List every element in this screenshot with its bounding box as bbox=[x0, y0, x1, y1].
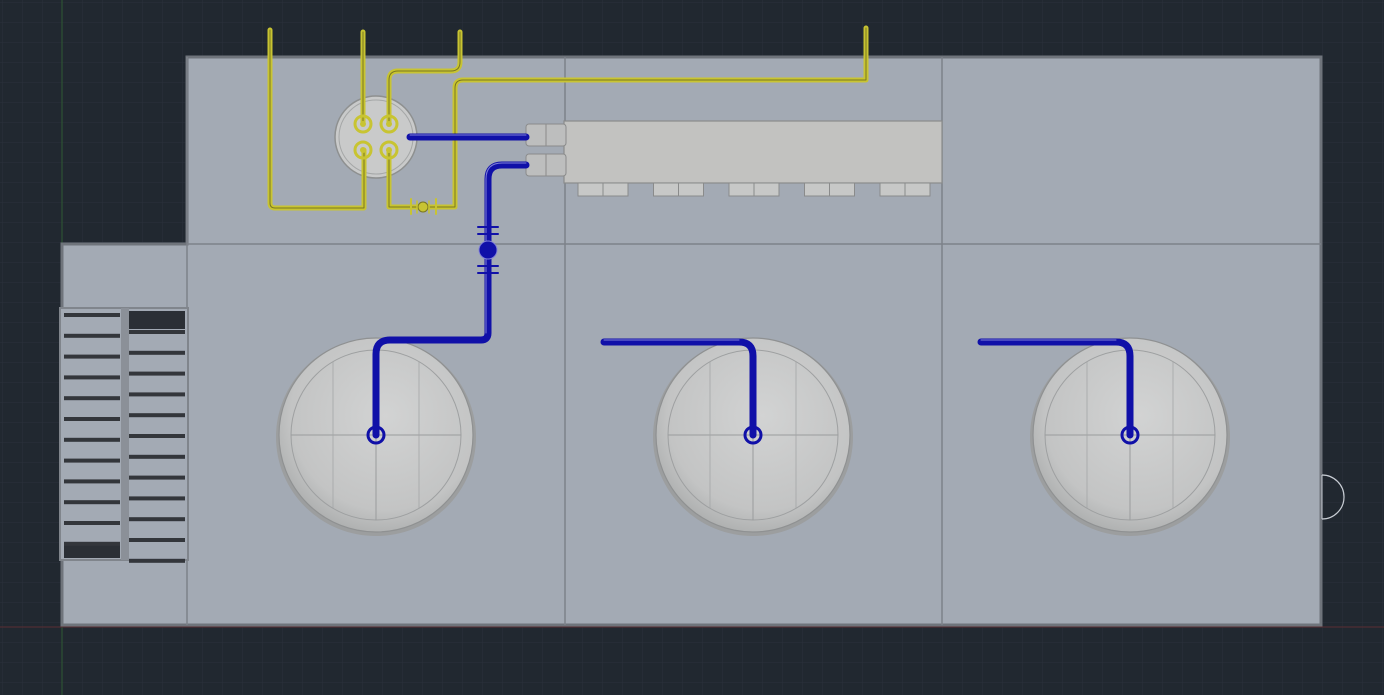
manifold-outlet[interactable] bbox=[653, 182, 704, 197]
stair-tread bbox=[64, 396, 120, 401]
stair-tread bbox=[64, 375, 120, 380]
manifold-outlet[interactable] bbox=[728, 182, 780, 197]
stair-tread bbox=[64, 437, 120, 442]
manifold-body bbox=[563, 120, 943, 184]
stair-tread bbox=[129, 413, 185, 418]
stair-tread bbox=[129, 434, 185, 438]
stair-tread bbox=[129, 538, 185, 542]
stair-tread bbox=[64, 354, 120, 359]
stair-tread bbox=[64, 500, 120, 505]
stair-tread bbox=[129, 496, 185, 501]
stair-tread bbox=[64, 333, 120, 338]
stair-tread bbox=[64, 521, 120, 525]
stair-tread bbox=[64, 458, 120, 463]
stair-tread bbox=[129, 371, 185, 376]
stair-tread bbox=[129, 392, 185, 397]
staircase[interactable] bbox=[59, 307, 189, 563]
stair-core bbox=[121, 308, 129, 560]
stair-tread bbox=[129, 330, 185, 334]
stair-tread bbox=[129, 558, 185, 563]
pump-vessel[interactable] bbox=[334, 95, 418, 179]
stair-tread bbox=[64, 541, 120, 546]
distribution-manifold[interactable] bbox=[525, 120, 943, 197]
blue-line-valve[interactable] bbox=[477, 226, 499, 274]
manifold-outlet[interactable] bbox=[577, 182, 629, 197]
manifold-outlet[interactable] bbox=[804, 182, 855, 197]
stair-tread bbox=[64, 479, 120, 484]
stair-tread bbox=[129, 350, 185, 355]
stair-tread bbox=[64, 313, 120, 317]
pump-vessel-body bbox=[334, 95, 418, 179]
stair-void-top bbox=[129, 311, 185, 329]
stair-tread bbox=[129, 517, 185, 522]
manifold-outlet[interactable] bbox=[879, 182, 931, 197]
stair-tread bbox=[64, 417, 120, 421]
stair-tread bbox=[129, 475, 185, 480]
stair-tread bbox=[129, 454, 185, 459]
cad-model-space[interactable] bbox=[0, 0, 1384, 695]
